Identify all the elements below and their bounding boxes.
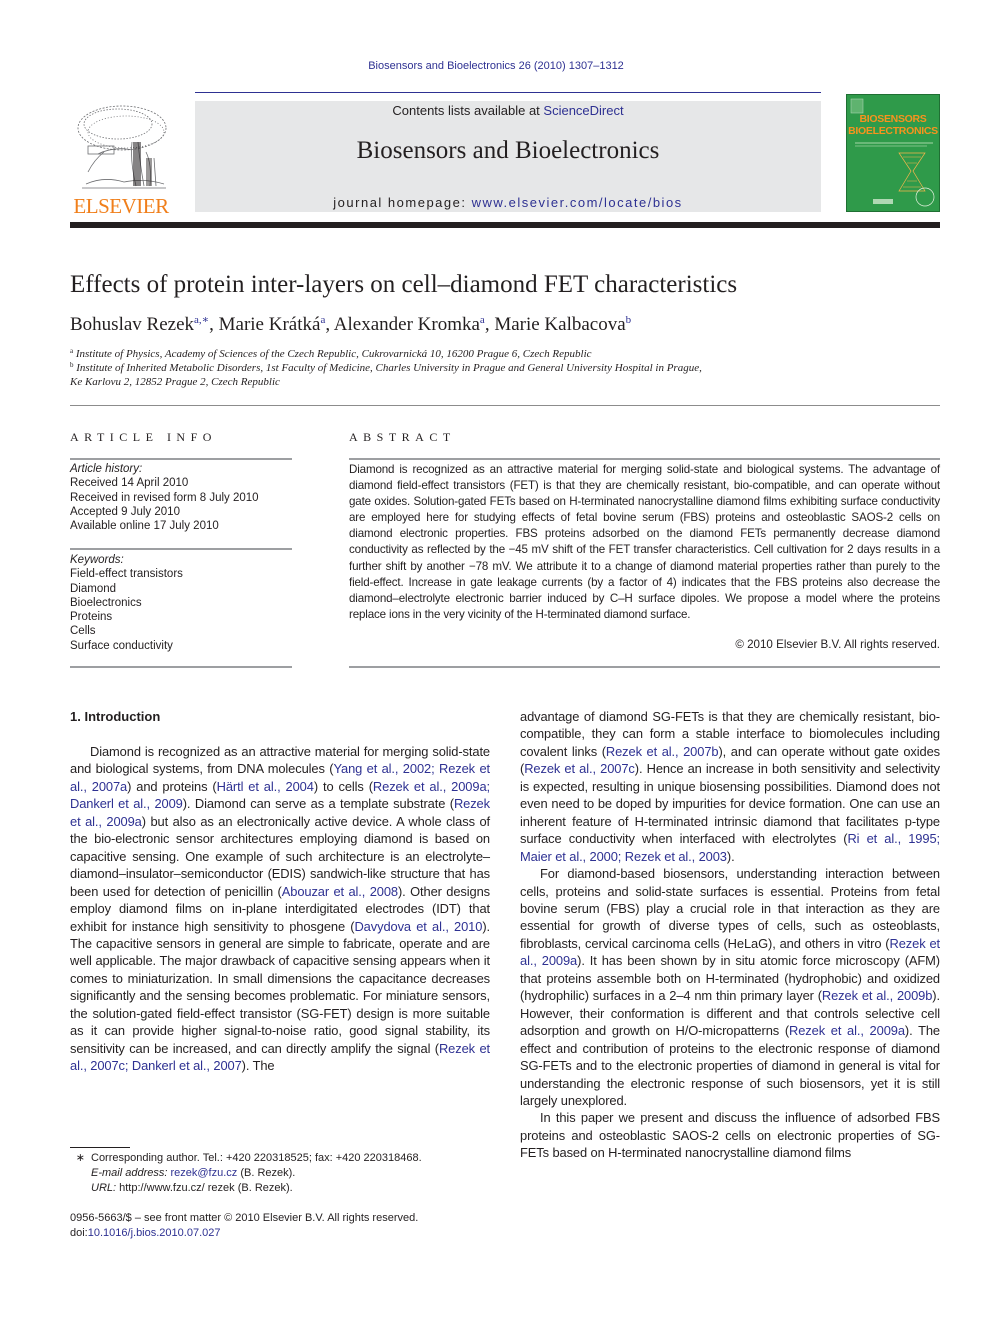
- abstract-copyright: © 2010 Elsevier B.V. All rights reserved…: [735, 638, 940, 651]
- affiliation-b: b Institute of Inherited Metabolic Disor…: [70, 361, 702, 374]
- homepage-link[interactable]: www.elsevier.com/locate/bios: [472, 195, 683, 210]
- keyword: Bioelectronics: [70, 596, 142, 609]
- contents-line: Contents lists available at ScienceDirec…: [195, 103, 821, 118]
- footnote-marker: ∗: [75, 1152, 85, 1164]
- body-column-left: Diamond is recognized as an attractive m…: [70, 743, 490, 1075]
- author-affiliation-link[interactable]: a: [480, 314, 485, 326]
- paragraph-text: ) and proteins (: [127, 778, 217, 794]
- doi-line: doi:10.1016/j.bios.2010.07.027: [70, 1226, 418, 1241]
- keyword: Diamond: [70, 582, 117, 595]
- citation-link[interactable]: Davydova et al., 2010: [354, 919, 482, 934]
- citation-link[interactable]: Abouzar et al., 2008: [282, 884, 398, 899]
- keyword: Surface conductivity: [70, 639, 173, 652]
- journal-citation-link[interactable]: Biosensors and Bioelectronics 26 (2010) …: [0, 60, 992, 72]
- paragraph-text: ).: [726, 848, 735, 864]
- url-text: http://www.fzu.cz/ rezek (B. Rezek).: [116, 1182, 293, 1194]
- corresponding-text: Corresponding author. Tel.: +420 2203185…: [91, 1152, 422, 1164]
- divider: [349, 666, 940, 668]
- keyword: Cells: [70, 625, 96, 638]
- email-suffix: (B. Rezek).: [237, 1167, 296, 1179]
- affiliation-b-line2: Ke Karlovu 2, 12852 Prague 2, Czech Repu…: [70, 376, 280, 388]
- body-column-right: advantage of diamond SG-FETs is that the…: [520, 708, 940, 1162]
- homepage-line: journal homepage: www.elsevier.com/locat…: [195, 195, 821, 210]
- keyword: Field-effect transistors: [70, 568, 183, 581]
- author-name: Marie Krátká: [218, 314, 321, 335]
- doi-link[interactable]: 10.1016/j.bios.2010.07.027: [88, 1227, 221, 1239]
- corresponding-author-note: ∗ Corresponding author. Tel.: +420 220318…: [70, 1151, 490, 1166]
- keyword: Proteins: [70, 611, 113, 624]
- affiliation-text: Institute of Physics, Academy of Science…: [75, 348, 592, 360]
- history-item: Received in revised form 8 July 2010: [70, 491, 259, 504]
- divider: [70, 666, 292, 668]
- paragraph-text: ) to cells (: [313, 778, 373, 794]
- header-thick-rule: [70, 222, 940, 228]
- author-name: Alexander Kromka: [333, 314, 480, 335]
- section-heading: 1. Introduction: [70, 709, 161, 724]
- author-affiliation-link[interactable]: a,∗: [194, 314, 209, 326]
- front-matter: 0956-5663/$ – see front matter © 2010 El…: [70, 1211, 418, 1241]
- intro-paragraph: advantage of diamond SG-FETs is that the…: [520, 708, 940, 865]
- citation-link[interactable]: Rezek et al., 2009a: [789, 1023, 905, 1038]
- divider: [70, 458, 292, 460]
- cover-title-line2: BIOELECTRONICS: [848, 125, 938, 137]
- journal-banner: Contents lists available at ScienceDirec…: [195, 101, 821, 212]
- paragraph-text: ). The capacitive sensors in general are…: [70, 918, 490, 1056]
- citation-link[interactable]: Rezek et al., 2007b: [606, 744, 719, 759]
- history-item: Accepted 9 July 2010: [70, 505, 180, 518]
- article-info-heading: ARTICLE INFO: [70, 430, 217, 444]
- intro-paragraph: In this paper we present and discuss the…: [520, 1109, 940, 1161]
- divider: [70, 548, 292, 550]
- divider: [70, 405, 940, 406]
- intro-paragraph: Diamond is recognized as an attractive m…: [70, 743, 490, 1075]
- article-history: Article history: Received 14 April 2010 …: [70, 462, 292, 533]
- citation-link[interactable]: Rezek et al., 2007c: [524, 761, 635, 776]
- email-label: E-mail address:: [91, 1167, 168, 1179]
- history-label: Article history:: [70, 463, 143, 475]
- footnotes: ∗ Corresponding author. Tel.: +420 220318…: [70, 1151, 490, 1196]
- keywords-label: Keywords:: [70, 554, 124, 566]
- paragraph-text: ). The: [241, 1058, 275, 1074]
- author-list: Bohuslav Rezeka,∗, Marie Krátkáa, Alexan…: [70, 314, 632, 335]
- abstract-heading: ABSTRACT: [349, 430, 456, 444]
- homepage-prefix: journal homepage:: [333, 195, 472, 210]
- affiliation-a: a Institute of Physics, Academy of Scien…: [70, 347, 592, 360]
- keywords: Keywords: Field-effect transistors Diamo…: [70, 553, 292, 653]
- journal-title: Biosensors and Bioelectronics: [356, 137, 660, 164]
- elsevier-wordmark: ELSEVIER: [73, 194, 169, 218]
- paragraph-text: In this paper we present and discuss the…: [520, 1110, 940, 1161]
- affiliation-marker: b: [70, 361, 74, 369]
- email-note: E-mail address: rezek@fzu.cz (B. Rezek).: [70, 1166, 490, 1181]
- citation-link[interactable]: Rezek et al., 2009b: [822, 988, 932, 1003]
- paragraph-text: ). Diamond can serve as a template subst…: [182, 796, 454, 812]
- url-label: URL:: [91, 1182, 117, 1194]
- article-title: Effects of protein inter-layers on cell–…: [70, 271, 738, 298]
- author-name: Bohuslav Rezek: [70, 314, 195, 335]
- intro-paragraph: For diamond-based biosensors, understand…: [520, 865, 940, 1109]
- footnote-rule: [70, 1147, 130, 1148]
- affiliation-marker: a: [70, 347, 74, 355]
- author-affiliation-link[interactable]: b: [626, 314, 632, 326]
- history-item: Received 14 April 2010: [70, 477, 189, 490]
- journal-cover-image[interactable]: BIOSENSORS BIOELECTRONICS: [846, 94, 940, 212]
- citation-link[interactable]: Härtl et al., 2004: [217, 779, 314, 794]
- sciencedirect-link[interactable]: ScienceDirect: [543, 103, 623, 118]
- url-note: URL: http://www.fzu.cz/ rezek (B. Rezek)…: [70, 1181, 490, 1196]
- author-name: Marie Kalbacova: [494, 314, 626, 335]
- cover-title-line1: BIOSENSORS: [859, 113, 927, 125]
- elsevier-tree-icon: [77, 105, 167, 189]
- affiliation-text: Institute of Inherited Metabolic Disorde…: [76, 362, 702, 374]
- contents-prefix: Contents lists available at: [392, 103, 544, 118]
- author-affiliation-link[interactable]: a: [320, 314, 325, 326]
- divider: [349, 458, 940, 460]
- history-item: Available online 17 July 2010: [70, 520, 219, 533]
- abstract-text: Diamond is recognized as an attractive m…: [349, 463, 940, 621]
- paragraph-text: For diamond-based biosensors, understand…: [520, 866, 940, 951]
- header-rule: [195, 92, 821, 93]
- elsevier-logo[interactable]: ELSEVIER: [70, 102, 172, 218]
- email-link[interactable]: rezek@fzu.cz: [170, 1167, 237, 1179]
- front-matter-text: 0956-5663/$ – see front matter © 2010 El…: [70, 1212, 419, 1224]
- doi-label: doi:: [70, 1227, 88, 1239]
